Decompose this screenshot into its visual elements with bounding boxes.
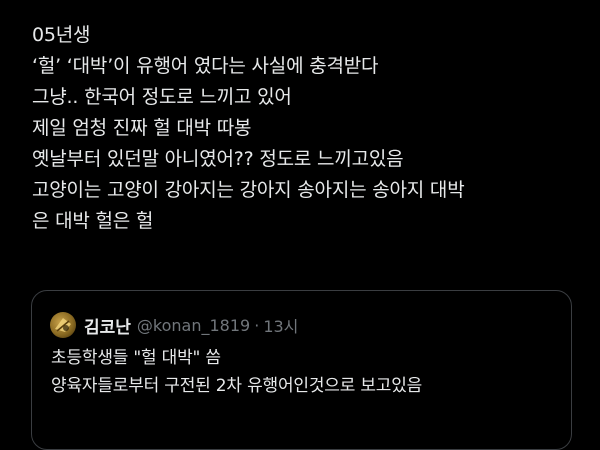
post-text-line: 고양이는 고양이 강아지는 강아지 송아지는 송아지 대박: [32, 179, 465, 201]
post-text-line: ‘헐’ ‘대박’이 유행어 였다는 사실에 충격받다: [32, 55, 379, 77]
quoted-author-name[interactable]: 김코난: [84, 313, 131, 338]
post-text-line: 그냥.. 한국어 정도로 느끼고 있어: [32, 86, 292, 108]
post-text-line: 은 대박 헐은 헐: [32, 210, 154, 232]
avatar-gold-emblem-icon[interactable]: [50, 312, 76, 338]
separator-dot: ·: [254, 315, 260, 335]
post-text-line: 옛날부터 있던말 아니였어?? 정도로 느끼고있음: [32, 148, 404, 170]
quoted-author-handle[interactable]: @konan_1819: [137, 316, 250, 335]
quoted-post-card[interactable]: 김코난 @konan_1819 · 13시 초등학생들 "헐 대박" 씀 양육자…: [31, 290, 572, 450]
post-text: 05년생 ‘헐’ ‘대박’이 유행어 였다는 사실에 충격받다 그냥.. 한국어…: [32, 20, 592, 237]
quoted-post-time[interactable]: 13시: [263, 313, 298, 337]
post-text-line: 제일 엄청 진짜 헐 대박 따봉: [32, 117, 252, 139]
quoted-post-text: 초등학생들 "헐 대박" 씀 양육자들로부터 구전된 2차 유행어인것으로 보고…: [51, 344, 561, 400]
quoted-text-line: 초등학생들 "헐 대박" 씀: [51, 348, 221, 368]
post-text-line: 05년생: [32, 24, 91, 46]
quoted-text-line: 양육자들로부터 구전된 2차 유행어인것으로 보고있음: [51, 376, 423, 396]
quoted-post-header: 김코난 @konan_1819 · 13시: [50, 311, 298, 339]
